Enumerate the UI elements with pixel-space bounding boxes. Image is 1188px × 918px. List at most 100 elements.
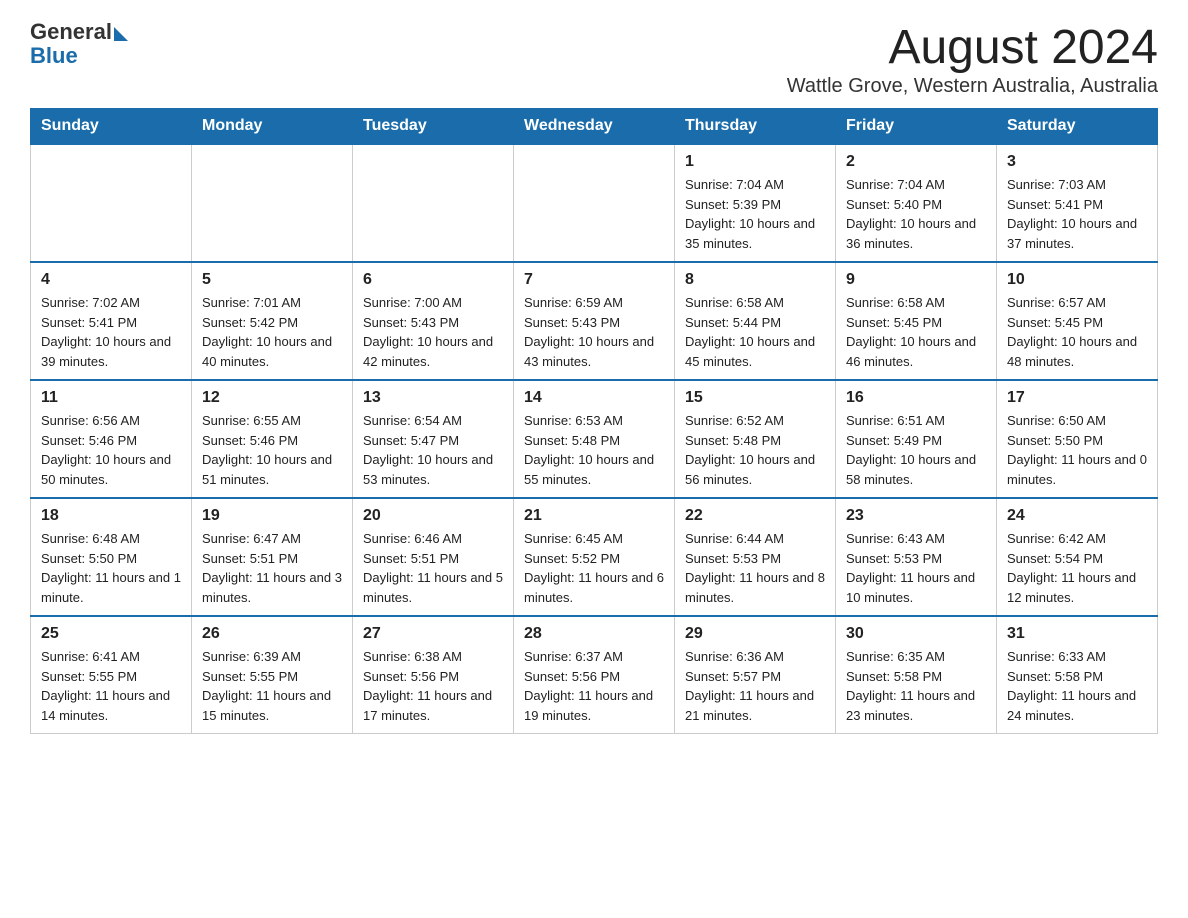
calendar-week-row: 1 Sunrise: 7:04 AMSunset: 5:39 PMDaylight…	[31, 144, 1158, 262]
calendar-cell	[353, 144, 514, 262]
day-number: 10	[1007, 271, 1147, 289]
logo-blue: Blue	[30, 44, 128, 68]
calendar-cell: 20Sunrise: 6:46 AMSunset: 5:51 PMDayligh…	[353, 498, 514, 616]
calendar-week-row: 4Sunrise: 7:02 AMSunset: 5:41 PMDaylight…	[31, 262, 1158, 380]
page-title: August 2024	[787, 20, 1158, 75]
day-number: 6	[363, 271, 503, 289]
day-number: 25	[41, 625, 181, 643]
day-info: Sunrise: 6:46 AMSunset: 5:51 PMDaylight:…	[363, 529, 503, 607]
calendar-cell: 6 Sunrise: 7:00 AMSunset: 5:43 PMDaylight…	[353, 262, 514, 380]
calendar-header-row: SundayMondayTuesdayWednesdayThursdayFrid…	[31, 109, 1158, 145]
day-number: 7	[524, 271, 664, 289]
day-number: 9	[846, 271, 986, 289]
day-info: Sunrise: 7:03 AMSunset: 5:41 PMDaylight:…	[1007, 175, 1147, 253]
day-number: 31	[1007, 625, 1147, 643]
day-info: Sunrise: 6:43 AMSunset: 5:53 PMDaylight:…	[846, 529, 986, 607]
day-info: Sunrise: 7:04 AMSunset: 5:40 PMDaylight:…	[846, 175, 986, 253]
day-info: Sunrise: 6:59 AMSunset: 5:43 PMDaylight:…	[524, 293, 664, 371]
calendar-cell: 18Sunrise: 6:48 AMSunset: 5:50 PMDayligh…	[31, 498, 192, 616]
day-number: 21	[524, 507, 664, 525]
page-header: General Blue August 2024 Wattle Grove, W…	[30, 20, 1158, 98]
calendar-day-header: Friday	[836, 109, 997, 145]
calendar-cell: 14 Sunrise: 6:53 AMSunset: 5:48 PMDayligh…	[514, 380, 675, 498]
calendar-cell: 22Sunrise: 6:44 AMSunset: 5:53 PMDayligh…	[675, 498, 836, 616]
calendar-cell: 4Sunrise: 7:02 AMSunset: 5:41 PMDaylight…	[31, 262, 192, 380]
day-number: 14	[524, 389, 664, 407]
day-info: Sunrise: 6:38 AMSunset: 5:56 PMDaylight:…	[363, 647, 503, 725]
calendar-cell: 2Sunrise: 7:04 AMSunset: 5:40 PMDaylight…	[836, 144, 997, 262]
day-number: 27	[363, 625, 503, 643]
day-number: 24	[1007, 507, 1147, 525]
day-info: Sunrise: 6:37 AMSunset: 5:56 PMDaylight:…	[524, 647, 664, 725]
logo-general: General	[30, 20, 112, 44]
calendar-cell: 31 Sunrise: 6:33 AMSunset: 5:58 PMDayligh…	[997, 616, 1158, 734]
calendar-day-header: Wednesday	[514, 109, 675, 145]
day-number: 23	[846, 507, 986, 525]
day-info: Sunrise: 6:57 AMSunset: 5:45 PMDaylight:…	[1007, 293, 1147, 371]
day-info: Sunrise: 6:58 AMSunset: 5:45 PMDaylight:…	[846, 293, 986, 371]
calendar-day-header: Thursday	[675, 109, 836, 145]
calendar-cell: 16 Sunrise: 6:51 AMSunset: 5:49 PMDayligh…	[836, 380, 997, 498]
calendar-day-header: Saturday	[997, 109, 1158, 145]
day-info: Sunrise: 6:52 AMSunset: 5:48 PMDaylight:…	[685, 411, 825, 489]
calendar-cell: 26 Sunrise: 6:39 AMSunset: 5:55 PMDayligh…	[192, 616, 353, 734]
calendar-cell: 11 Sunrise: 6:56 AMSunset: 5:46 PMDayligh…	[31, 380, 192, 498]
calendar-cell: 24Sunrise: 6:42 AMSunset: 5:54 PMDayligh…	[997, 498, 1158, 616]
calendar-cell: 13Sunrise: 6:54 AMSunset: 5:47 PMDayligh…	[353, 380, 514, 498]
calendar-cell	[31, 144, 192, 262]
day-number: 12	[202, 389, 342, 407]
calendar-cell: 28 Sunrise: 6:37 AMSunset: 5:56 PMDayligh…	[514, 616, 675, 734]
calendar-cell: 7 Sunrise: 6:59 AMSunset: 5:43 PMDaylight…	[514, 262, 675, 380]
day-number: 11	[41, 389, 181, 407]
calendar-day-header: Sunday	[31, 109, 192, 145]
day-info: Sunrise: 6:45 AMSunset: 5:52 PMDaylight:…	[524, 529, 664, 607]
day-number: 28	[524, 625, 664, 643]
day-number: 4	[41, 271, 181, 289]
day-number: 13	[363, 389, 503, 407]
day-number: 29	[685, 625, 825, 643]
day-info: Sunrise: 6:39 AMSunset: 5:55 PMDaylight:…	[202, 647, 342, 725]
day-number: 26	[202, 625, 342, 643]
day-number: 17	[1007, 389, 1147, 407]
calendar-cell: 15 Sunrise: 6:52 AMSunset: 5:48 PMDayligh…	[675, 380, 836, 498]
day-info: Sunrise: 6:51 AMSunset: 5:49 PMDaylight:…	[846, 411, 986, 489]
day-info: Sunrise: 6:53 AMSunset: 5:48 PMDaylight:…	[524, 411, 664, 489]
day-info: Sunrise: 6:35 AMSunset: 5:58 PMDaylight:…	[846, 647, 986, 725]
title-block: August 2024 Wattle Grove, Western Austra…	[787, 20, 1158, 98]
day-info: Sunrise: 7:00 AMSunset: 5:43 PMDaylight:…	[363, 293, 503, 371]
day-info: Sunrise: 6:50 AMSunset: 5:50 PMDaylight:…	[1007, 411, 1147, 489]
day-number: 3	[1007, 153, 1147, 171]
day-number: 16	[846, 389, 986, 407]
day-info: Sunrise: 7:04 AMSunset: 5:39 PMDaylight:…	[685, 175, 825, 253]
calendar-cell: 23 Sunrise: 6:43 AMSunset: 5:53 PMDayligh…	[836, 498, 997, 616]
calendar-cell: 9 Sunrise: 6:58 AMSunset: 5:45 PMDaylight…	[836, 262, 997, 380]
calendar-cell: 19Sunrise: 6:47 AMSunset: 5:51 PMDayligh…	[192, 498, 353, 616]
calendar-week-row: 25Sunrise: 6:41 AMSunset: 5:55 PMDayligh…	[31, 616, 1158, 734]
day-number: 1	[685, 153, 825, 171]
calendar-cell: 5Sunrise: 7:01 AMSunset: 5:42 PMDaylight…	[192, 262, 353, 380]
calendar-cell: 8Sunrise: 6:58 AMSunset: 5:44 PMDaylight…	[675, 262, 836, 380]
day-number: 30	[846, 625, 986, 643]
day-number: 8	[685, 271, 825, 289]
calendar-cell: 12Sunrise: 6:55 AMSunset: 5:46 PMDayligh…	[192, 380, 353, 498]
day-info: Sunrise: 6:36 AMSunset: 5:57 PMDaylight:…	[685, 647, 825, 725]
calendar-cell	[514, 144, 675, 262]
calendar-cell: 25Sunrise: 6:41 AMSunset: 5:55 PMDayligh…	[31, 616, 192, 734]
day-number: 19	[202, 507, 342, 525]
day-info: Sunrise: 6:48 AMSunset: 5:50 PMDaylight:…	[41, 529, 181, 607]
calendar-cell: 30 Sunrise: 6:35 AMSunset: 5:58 PMDayligh…	[836, 616, 997, 734]
day-number: 5	[202, 271, 342, 289]
day-info: Sunrise: 6:44 AMSunset: 5:53 PMDaylight:…	[685, 529, 825, 607]
logo-triangle-icon	[114, 27, 128, 41]
calendar-cell: 1 Sunrise: 7:04 AMSunset: 5:39 PMDaylight…	[675, 144, 836, 262]
day-number: 15	[685, 389, 825, 407]
calendar-week-row: 11 Sunrise: 6:56 AMSunset: 5:46 PMDayligh…	[31, 380, 1158, 498]
day-info: Sunrise: 6:33 AMSunset: 5:58 PMDaylight:…	[1007, 647, 1147, 725]
calendar-day-header: Tuesday	[353, 109, 514, 145]
logo: General Blue	[30, 20, 128, 68]
calendar-table: SundayMondayTuesdayWednesdayThursdayFrid…	[30, 108, 1158, 734]
calendar-week-row: 18Sunrise: 6:48 AMSunset: 5:50 PMDayligh…	[31, 498, 1158, 616]
day-info: Sunrise: 6:56 AMSunset: 5:46 PMDaylight:…	[41, 411, 181, 489]
page-subtitle: Wattle Grove, Western Australia, Austral…	[787, 75, 1158, 98]
calendar-cell: 10 Sunrise: 6:57 AMSunset: 5:45 PMDayligh…	[997, 262, 1158, 380]
